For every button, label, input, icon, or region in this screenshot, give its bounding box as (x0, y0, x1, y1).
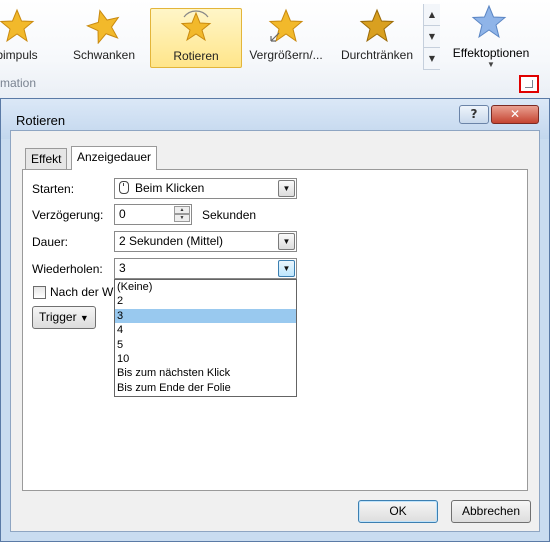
mouse-click-icon (119, 181, 129, 194)
tab-effekt[interactable]: Effekt (25, 148, 68, 170)
ribbon-group-label: mation (0, 76, 37, 90)
trigger-label: Trigger (39, 310, 77, 324)
dropdown-option[interactable]: 10 (115, 352, 296, 366)
dialog-launcher-button[interactable] (519, 75, 539, 93)
dropdown-option[interactable]: 5 (115, 338, 296, 352)
chevron-down-icon[interactable]: ▼ (278, 260, 295, 277)
dropdown-option[interactable]: (Keine) (115, 280, 296, 294)
gallery-scrollbar[interactable]: ▲ ▼ ▼ (423, 4, 440, 70)
spin-down-icon[interactable]: ▼ (174, 214, 190, 222)
star-teeter-icon (86, 9, 120, 44)
start-combobox[interactable]: Beim Klicken ▼ (114, 178, 297, 199)
effect-options-button[interactable]: Effektoptionen ▼ (441, 4, 541, 70)
delay-spinner[interactable]: 0 ▲ ▼ (114, 204, 192, 225)
dropdown-option[interactable]: 2 (115, 294, 296, 308)
gallery-item-label: Vergrößern/... (249, 48, 323, 62)
tab-anzeigedauer[interactable]: Anzeigedauer (71, 146, 158, 170)
animation-ribbon: bimpuls Schwanken Rotieren Vergrößern/..… (0, 0, 550, 100)
gallery-item-label: Rotieren (173, 49, 219, 63)
star-saturate-icon (359, 8, 395, 43)
delay-unit: Sekunden (202, 208, 257, 222)
start-value: Beim Klicken (135, 181, 205, 195)
gallery-item-pulse[interactable]: bimpuls (0, 8, 48, 66)
gallery-item-teeter[interactable]: Schwanken (66, 8, 142, 66)
dropdown-option[interactable]: Bis zum Ende der Folie (115, 381, 296, 395)
gallery-item-grow[interactable]: Vergrößern/... (244, 8, 328, 66)
ribbon-group-bar: mation (0, 76, 550, 92)
star-spin-icon (180, 10, 212, 42)
repeat-dropdown-list[interactable]: (Keine) 2 3 4 5 10 Bis zum nächsten Klic… (114, 279, 297, 397)
repeat-value: 3 (119, 261, 126, 275)
repeat-combobox[interactable]: 3 ▼ (114, 258, 297, 279)
delay-value: 0 (119, 207, 126, 221)
spin-up-icon[interactable]: ▲ (174, 206, 190, 214)
chevron-down-double-icon: ▼ (79, 313, 89, 323)
trigger-button[interactable]: Trigger ▼ (32, 306, 96, 329)
gallery-scroll-up-icon[interactable]: ▲ (424, 4, 440, 26)
star-grow-icon (268, 8, 304, 43)
chevron-down-icon[interactable]: ▼ (278, 233, 295, 250)
delay-label: Verzögerung: (32, 208, 104, 222)
chevron-down-icon[interactable]: ▼ (278, 180, 295, 197)
rewind-checkbox[interactable] (33, 286, 46, 299)
close-button[interactable]: ✕ (491, 105, 539, 124)
rewind-label: Nach der Wi (50, 285, 117, 299)
dialog-launcher-icon (525, 80, 533, 88)
dropdown-option[interactable]: Bis zum nächsten Klick (115, 366, 296, 380)
chevron-down-icon: ▼ (487, 60, 495, 69)
gallery-item-label: Schwanken (72, 48, 136, 62)
duration-combobox[interactable]: 2 Sekunden (Mittel) ▼ (114, 231, 297, 252)
gallery-more-icon[interactable]: ▼ (424, 48, 440, 70)
effect-options-label: Effektoptionen (452, 46, 530, 60)
start-label: Starten: (32, 182, 75, 196)
gallery-item-label: Durchtränken (340, 48, 414, 62)
cancel-button[interactable]: Abbrechen (451, 500, 531, 523)
star-pulse-icon (0, 8, 35, 43)
dropdown-option[interactable]: 4 (115, 323, 296, 337)
dropdown-option-selected[interactable]: 3 (115, 308, 296, 324)
duration-label: Dauer: (32, 235, 69, 249)
gallery-item-spin[interactable]: Rotieren (150, 8, 242, 68)
star-effect-options-icon (471, 4, 507, 39)
repeat-label: Wiederholen: (32, 262, 103, 276)
gallery-item-label: bimpuls (0, 48, 38, 62)
help-button[interactable]: ? (459, 105, 489, 124)
gallery-scroll-down-icon[interactable]: ▼ (424, 26, 440, 48)
duration-value: 2 Sekunden (Mittel) (119, 234, 224, 248)
ok-button[interactable]: OK (358, 500, 438, 523)
dialog-title: Rotieren (16, 113, 66, 128)
gallery-item-saturate[interactable]: Durchtränken (334, 8, 420, 66)
